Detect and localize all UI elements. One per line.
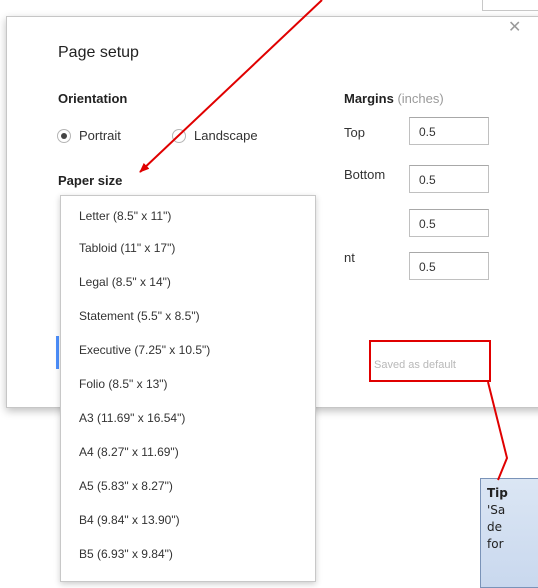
ok-button-edge[interactable] xyxy=(56,336,59,369)
portrait-radio[interactable] xyxy=(57,129,71,143)
portrait-label[interactable]: Portrait xyxy=(79,128,121,143)
margin-top-input[interactable]: 0.5 xyxy=(409,117,489,145)
margin-bottom-label: Bottom xyxy=(344,167,386,182)
tip-line: for xyxy=(487,537,504,551)
paper-option-folio[interactable]: Folio (8.5" x 13") xyxy=(79,377,168,391)
orientation-label: Orientation xyxy=(58,91,128,106)
landscape-radio[interactable] xyxy=(172,129,186,143)
paper-option-b4[interactable]: B4 (9.84" x 13.90") xyxy=(79,513,180,527)
paper-option-legal[interactable]: Legal (8.5" x 14") xyxy=(79,275,171,289)
margin-bottom-input[interactable]: 0.5 xyxy=(409,165,489,193)
margins-unit: (inches) xyxy=(397,91,444,106)
paper-option-b5[interactable]: B5 (6.93" x 9.84") xyxy=(79,547,173,561)
dialog-title: Page setup xyxy=(58,44,139,61)
margin-top-label: Top xyxy=(344,125,365,140)
paper-option-a4[interactable]: A4 (8.27" x 11.69") xyxy=(79,445,179,459)
paper-option-a3[interactable]: A3 (11.69" x 16.54") xyxy=(79,411,185,425)
background-window-edge xyxy=(482,0,538,11)
tip-line: de xyxy=(487,520,502,534)
margins-label: Margins (inches) xyxy=(344,91,444,106)
tip-callout: Tip 'Sa de for xyxy=(480,478,538,588)
margin-left-input[interactable]: 0.5 xyxy=(409,209,489,237)
paper-option-statement[interactable]: Statement (5.5" x 8.5") xyxy=(79,309,200,323)
paper-option-executive[interactable]: Executive (7.25" x 10.5") xyxy=(79,343,210,357)
margin-right-label: nt xyxy=(344,250,355,265)
close-icon[interactable]: ✕ xyxy=(508,20,521,36)
paper-option-tabloid[interactable]: Tabloid (11" x 17") xyxy=(79,241,175,255)
margins-title: Margins xyxy=(344,91,394,106)
margin-right-input[interactable]: 0.5 xyxy=(409,252,489,280)
paper-size-label: Paper size xyxy=(58,173,123,188)
tip-line: 'Sa xyxy=(487,503,506,517)
tip-title: Tip xyxy=(487,486,508,500)
paper-size-dropdown[interactable]: Letter (8.5" x 11") Tabloid (11" x 17") … xyxy=(60,195,316,582)
annotation-highlight-box xyxy=(369,340,491,382)
landscape-label[interactable]: Landscape xyxy=(194,128,258,143)
paper-option-letter[interactable]: Letter (8.5" x 11") xyxy=(79,209,171,223)
paper-option-a5[interactable]: A5 (5.83" x 8.27") xyxy=(79,479,173,493)
